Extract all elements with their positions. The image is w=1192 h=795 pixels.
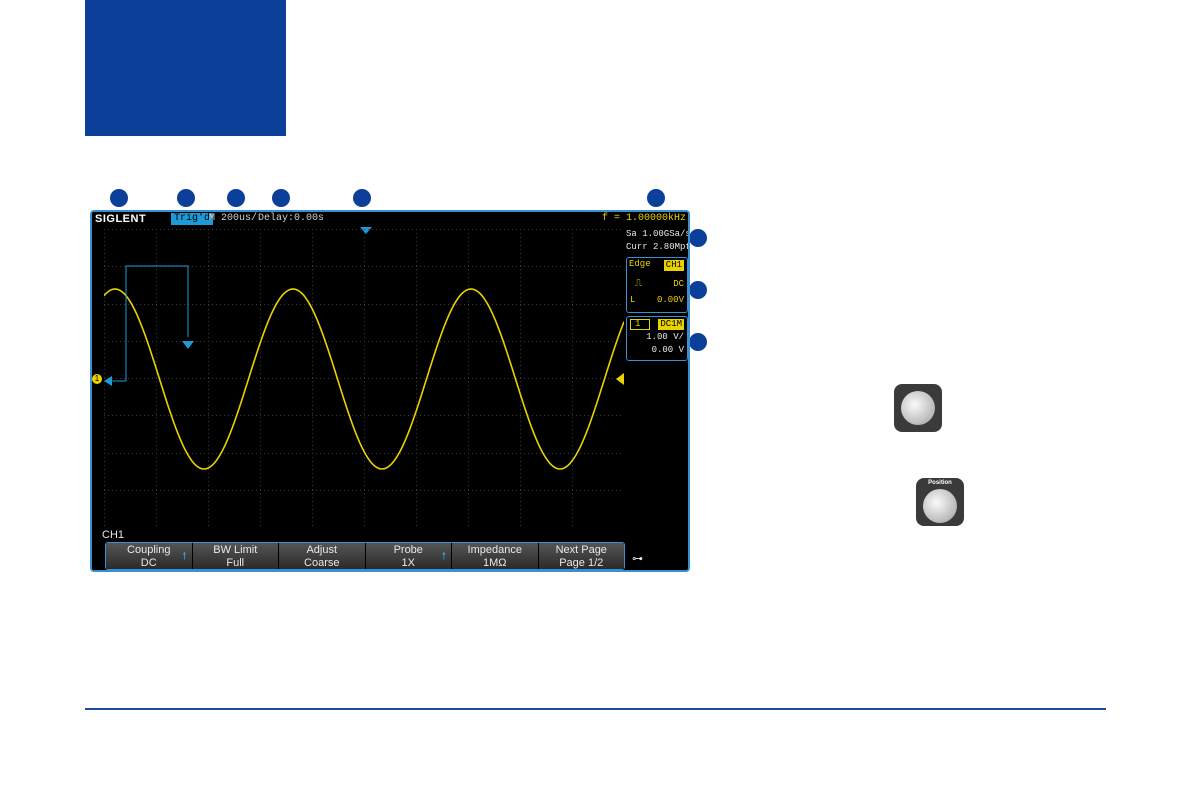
knob-label: Position xyxy=(928,480,952,486)
vertical-position-knob[interactable]: Position xyxy=(916,478,964,526)
trigger-level-bracket xyxy=(108,265,189,382)
timebase-readout: M 200us/ xyxy=(209,213,258,224)
softkey-label: Impedance xyxy=(467,544,522,556)
softkey-next-page[interactable]: Next Page Page 1/2 xyxy=(538,543,624,569)
callout-marker-5 xyxy=(353,189,371,207)
trigger-status: Trig'd xyxy=(171,213,214,225)
frequency-readout: f = 1.00000kHz xyxy=(601,213,686,224)
callout-marker-2 xyxy=(177,189,195,207)
arrow-up-icon: 🠕 xyxy=(441,551,446,562)
callout-marker-9 xyxy=(689,333,707,351)
volts-per-div: 1.00 V/ xyxy=(646,332,684,342)
trigger-level-right-marker-icon xyxy=(616,373,624,385)
arrow-up-icon: 🠕 xyxy=(182,551,187,562)
trigger-level-label: L xyxy=(630,295,636,305)
footer-rule xyxy=(85,708,1106,710)
callout-marker-4 xyxy=(272,189,290,207)
softkey-adjust[interactable]: Adjust Coarse xyxy=(279,543,366,569)
softkey-menu: Coupling DC 🠕 BW Limit Full Adjust Coars… xyxy=(105,542,625,570)
knob-dial xyxy=(923,489,957,523)
knob-dial xyxy=(901,391,935,425)
softkey-value: 1MΩ xyxy=(482,557,507,569)
softkey-impedance[interactable]: Impedance 1MΩ xyxy=(452,543,539,569)
header-block xyxy=(85,0,286,136)
channel-coupling-badge: DC1M xyxy=(658,319,684,330)
callout-marker-6 xyxy=(647,189,665,207)
softkey-bw-limit[interactable]: BW Limit Full xyxy=(192,543,279,569)
trigger-settings-box[interactable]: Edge CH1 ⎍ DC L 0.00V xyxy=(626,257,688,313)
ch1-waveform-trace xyxy=(104,288,624,470)
softkey-label: Adjust xyxy=(306,544,338,556)
softkey-label: Next Page xyxy=(555,544,607,556)
channel-offset: 0.00 V xyxy=(651,345,684,355)
channel-1-marker-icon: 1 xyxy=(92,374,102,384)
channel-offset-marker-icon xyxy=(104,376,112,386)
info-panel: Sa 1.00GSa/s Curr 2.80Mpts Edge CH1 ⎍ DC… xyxy=(626,228,688,361)
softkey-coupling[interactable]: Coupling DC 🠕 xyxy=(106,543,193,569)
callout-marker-1 xyxy=(110,189,128,207)
rising-edge-icon: ⎍ xyxy=(635,279,642,290)
trigger-source-badge: CH1 xyxy=(663,260,684,271)
trigger-type: Edge xyxy=(629,259,651,269)
softkey-label: Coupling xyxy=(127,544,171,556)
status-bar: SIGLENT Trig'd M 200us/ Delay:0.00s f = … xyxy=(92,212,688,226)
memory-depth: Curr 2.80Mpts xyxy=(626,242,688,252)
usb-icon: ⊶ xyxy=(632,553,643,565)
callout-marker-3 xyxy=(227,189,245,207)
oscilloscope-screen: SIGLENT Trig'd M 200us/ Delay:0.00s f = … xyxy=(90,210,690,572)
waveform-grid xyxy=(104,229,624,527)
callout-marker-7 xyxy=(689,229,707,247)
delay-readout: Delay:0.00s xyxy=(258,213,325,224)
trigger-level-marker-icon xyxy=(182,341,194,349)
softkey-value: Coarse xyxy=(304,557,340,569)
channel-number: 1 xyxy=(630,319,650,330)
menu-title: CH1 xyxy=(102,529,125,541)
softkey-value: 1X xyxy=(401,557,415,569)
softkey-value: DC xyxy=(140,557,157,569)
vertical-scale-knob[interactable] xyxy=(894,384,942,432)
trigger-level: 0.00V xyxy=(656,295,684,305)
softkey-probe[interactable]: Probe 1X 🠕 xyxy=(365,543,452,569)
softkey-value: Page 1/2 xyxy=(559,557,604,569)
callout-marker-8 xyxy=(689,281,707,299)
brand-logo: SIGLENT xyxy=(95,213,147,225)
channel-settings-box[interactable]: 1 DC1M 1.00 V/ 0.00 V xyxy=(626,316,688,361)
trigger-coupling: DC xyxy=(673,279,684,289)
softkey-label: Probe xyxy=(393,544,423,556)
sample-rate: Sa 1.00GSa/s xyxy=(626,229,688,239)
softkey-label: BW Limit xyxy=(213,544,258,556)
softkey-value: Full xyxy=(226,557,245,569)
